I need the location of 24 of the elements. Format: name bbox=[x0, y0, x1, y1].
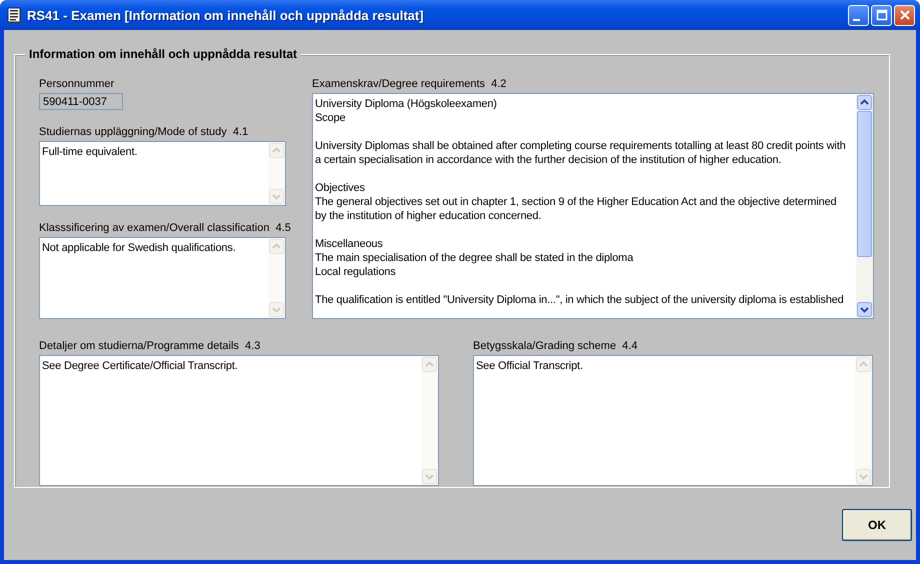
document-icon bbox=[7, 7, 21, 23]
close-button[interactable] bbox=[894, 4, 915, 26]
text-area[interactable]: Not applicable for Swedish qualifications. bbox=[39, 237, 286, 319]
id-number-field: 590411-0037 bbox=[39, 93, 123, 110]
scroll-thumb[interactable] bbox=[857, 111, 872, 257]
text-area[interactable]: See Official Transcript. bbox=[473, 355, 873, 486]
field-label: Examenskrav/Degree requirements 4.2 bbox=[312, 77, 506, 91]
close-icon bbox=[898, 9, 910, 21]
text-area[interactable]: University Diploma (Högskoleexamen) Scope University Diplomas shall be obtained after completing course requirements totalling at least 80 credit points with a certain specialisation in accordance with the further decision of the institution of higher education. Objectives The general objectives set out in chapter 1, section 9 of the Higher Education Act and the objective determined by the institution of higher education concerned. Miscellaneous The main specialisation of the degree shall be stated in the diploma Local regulations The qualification is entitled "University Diploma in...", in which the subject of the university diploma is established bbox=[312, 93, 874, 319]
ok-button[interactable]: OK bbox=[842, 509, 912, 541]
scrollbar[interactable] bbox=[856, 94, 873, 318]
window-title: RS41 - Examen [Information om innehåll och uppnådda resultat] bbox=[27, 8, 425, 22]
field-label: Personnummer bbox=[39, 77, 114, 91]
minimize-icon bbox=[852, 18, 860, 20]
text-area[interactable]: See Degree Certificate/Official Transcript. bbox=[39, 355, 439, 486]
text-area[interactable]: Full-time equivalent. bbox=[39, 141, 286, 206]
maximize-button[interactable] bbox=[871, 4, 892, 26]
field-label: Klasssificering av examen/Overall classification 4.5 bbox=[39, 221, 291, 235]
group-title: Information om innehåll och uppnådda resultat bbox=[25, 47, 302, 61]
field-label: Betygsskala/Grading scheme 4.4 bbox=[473, 339, 638, 353]
maximize-icon bbox=[876, 9, 888, 21]
minimize-button[interactable] bbox=[848, 4, 869, 26]
field-label: Detaljer om studierna/Programme details 4.3 bbox=[39, 339, 260, 353]
field-label: Studiernas uppläggning/Mode of study 4.1 bbox=[39, 125, 248, 139]
